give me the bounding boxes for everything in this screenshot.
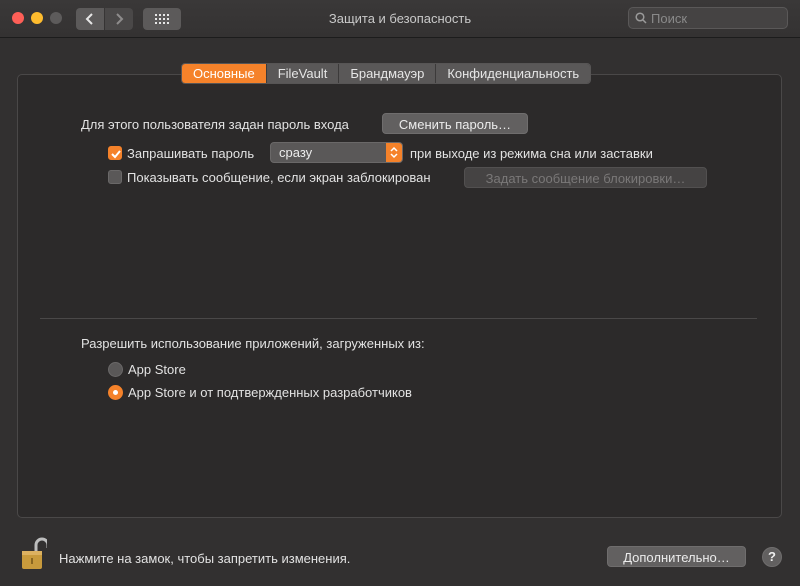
require-password-delay-value: сразу <box>279 145 313 160</box>
tab-firewall[interactable]: Брандмауэр <box>339 64 437 83</box>
password-set-text: Для этого пользователя задан пароль вход… <box>81 117 349 132</box>
unlocked-padlock-icon <box>22 537 50 569</box>
change-password-button[interactable]: Сменить пароль… <box>382 113 528 134</box>
require-password-checkbox[interactable] <box>108 146 122 160</box>
section-divider <box>40 318 757 319</box>
tab-filevault[interactable]: FileVault <box>266 64 340 83</box>
search-icon <box>635 12 647 24</box>
help-button[interactable]: ? <box>762 547 782 567</box>
allow-apps-heading: Разрешить использование приложений, загр… <box>81 336 425 351</box>
show-message-checkbox[interactable] <box>108 170 122 184</box>
search-field[interactable] <box>628 7 788 29</box>
tab-bar: Основные FileVault Брандмауэр Конфиденци… <box>181 63 592 84</box>
title-bar: Защита и безопасность <box>0 0 800 38</box>
radio-app-store-identified-developers-label: App Store и от подтвержденных разработчи… <box>128 385 412 400</box>
content-panel <box>17 74 782 518</box>
radio-app-store-label: App Store <box>128 362 186 377</box>
require-password-delay-select[interactable]: сразу <box>270 142 403 163</box>
radio-app-store[interactable] <box>108 362 123 377</box>
require-password-suffix: при выходе из режима сна или заставки <box>410 146 653 161</box>
tab-privacy[interactable]: Конфиденциальность <box>436 64 591 83</box>
require-password-label: Запрашивать пароль <box>127 146 255 161</box>
search-input[interactable] <box>651 10 781 26</box>
lock-hint-text: Нажмите на замок, чтобы запретить измене… <box>59 551 351 566</box>
tab-general[interactable]: Основные <box>182 64 267 83</box>
lock-button[interactable] <box>21 537 50 574</box>
radio-app-store-identified-developers[interactable] <box>108 385 123 400</box>
advanced-button[interactable]: Дополнительно… <box>607 546 746 567</box>
set-lock-message-button[interactable]: Задать сообщение блокировки… <box>464 167 707 188</box>
checkmark-icon <box>111 150 121 159</box>
show-message-label: Показывать сообщение, если экран заблоки… <box>127 170 431 185</box>
stepper-arrows-icon <box>386 143 402 162</box>
